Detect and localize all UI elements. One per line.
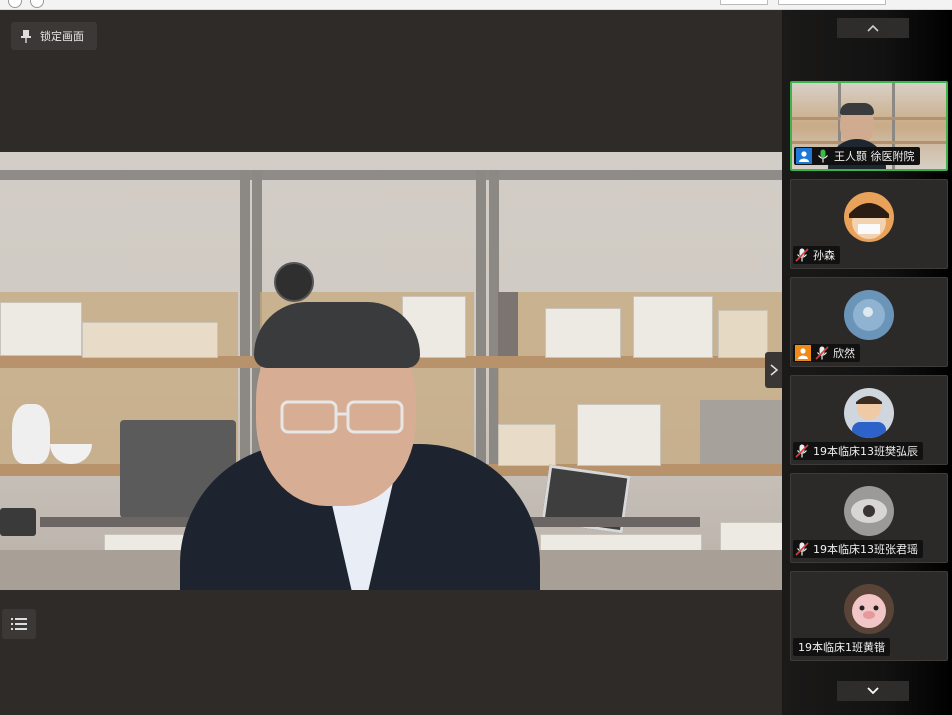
participant-label: 王人颢 徐医附院 — [794, 147, 920, 165]
avatar — [844, 388, 894, 438]
attendee-user-icon — [795, 345, 811, 361]
participant-tile[interactable]: 孙森 — [790, 179, 948, 269]
microphone-icon — [818, 149, 828, 163]
top-field[interactable] — [778, 0, 886, 5]
participant-name: 19本临床13班樊弘辰 — [813, 445, 918, 458]
window-control-icon[interactable] — [30, 0, 44, 8]
window-control-icon[interactable] — [8, 0, 22, 8]
speaker-video — [0, 152, 782, 590]
participant-label: 19本临床13班张君瑶 — [793, 540, 923, 558]
participant-tile[interactable]: 王人颢 徐医附院 — [790, 81, 948, 171]
chevron-up-icon — [867, 24, 879, 32]
avatar — [844, 192, 894, 242]
lock-view-label: 锁定画面 — [40, 30, 84, 43]
mic-muted-icon — [795, 248, 809, 262]
participant-label: 19本临床13班樊弘辰 — [793, 442, 923, 460]
participant-tile[interactable]: 19本临床1班黄锴 — [790, 571, 948, 661]
host-user-icon — [796, 148, 812, 164]
participant-label: 19本临床1班黄锴 — [793, 638, 890, 656]
list-icon — [11, 618, 27, 630]
top-field[interactable] — [720, 0, 768, 5]
participant-name: 孙森 — [813, 249, 835, 262]
participant-label: 孙森 — [793, 246, 840, 264]
participant-name: 王人颢 徐医附院 — [834, 150, 915, 163]
chevron-down-icon — [867, 687, 879, 695]
participant-name: 19本临床1班黄锴 — [798, 641, 885, 654]
mic-muted-icon — [795, 542, 809, 556]
mic-muted-icon — [795, 444, 809, 458]
pin-icon — [21, 30, 31, 43]
participant-name: 欣然 — [833, 347, 855, 360]
participant-tile[interactable]: 欣然 — [790, 277, 948, 367]
participant-tile[interactable]: 19本临床13班樊弘辰 — [790, 375, 948, 465]
mic-muted-icon — [815, 346, 829, 360]
scroll-down-button[interactable] — [837, 681, 909, 701]
participant-tile[interactable]: 19本临床13班张君瑶 — [790, 473, 948, 563]
scroll-up-button[interactable] — [837, 18, 909, 38]
window-top-strip — [0, 0, 952, 10]
participant-sidebar: 王人颢 徐医附院 孙森 欣然 19本临床13班樊弘辰 19本临床13班张君瑶 1… — [782, 10, 952, 715]
lock-view-button[interactable]: 锁定画面 — [11, 22, 97, 50]
chevron-right-icon — [769, 364, 778, 376]
list-view-button[interactable] — [2, 609, 36, 639]
participant-name: 19本临床13班张君瑶 — [813, 543, 918, 556]
avatar — [844, 486, 894, 536]
avatar — [844, 290, 894, 340]
avatar — [844, 584, 894, 634]
speaker-person — [180, 302, 540, 590]
participant-label: 欣然 — [793, 344, 860, 362]
collapse-sidebar-button[interactable] — [765, 352, 782, 388]
